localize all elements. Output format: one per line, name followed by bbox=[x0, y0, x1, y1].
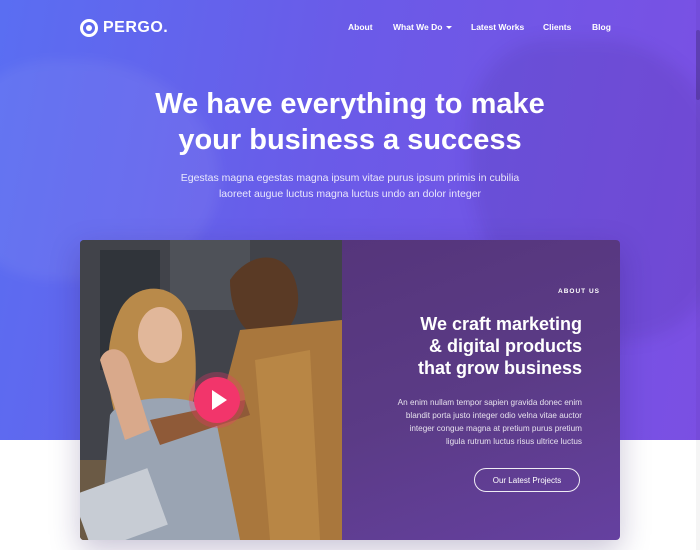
about-title-line: & digital products bbox=[429, 336, 582, 356]
about-body-line: blandit porta justo integer odio velna v… bbox=[405, 411, 582, 420]
nav-item-about[interactable]: About bbox=[348, 22, 373, 32]
team-photo bbox=[80, 240, 342, 540]
about-card: ABOUT US We craft marketing & digital pr… bbox=[80, 240, 620, 540]
nav-item-clients[interactable]: Clients bbox=[543, 22, 571, 32]
about-body: An enim nullam tempor sapien gravida don… bbox=[372, 396, 582, 448]
about-body-line: integer congue magna at pretium purus pr… bbox=[409, 424, 583, 433]
nav-item-label: What We Do bbox=[393, 22, 443, 32]
about-title: We craft marketing & digital products th… bbox=[352, 313, 582, 379]
about-title-line: We craft marketing bbox=[420, 314, 582, 334]
play-video-button[interactable] bbox=[194, 377, 240, 423]
hero-description: Egestas magna egestas magna ipsum vitae … bbox=[160, 170, 540, 202]
top-navigation: PERGO. About What We Do Latest Works Cli… bbox=[0, 0, 700, 58]
hero-headline-line: We have everything to make bbox=[155, 88, 545, 120]
logo-icon bbox=[80, 19, 98, 37]
nav-item-latest-works[interactable]: Latest Works bbox=[471, 22, 524, 32]
scrollbar-thumb[interactable] bbox=[696, 30, 700, 100]
nav-item-what-we-do[interactable]: What We Do bbox=[393, 22, 453, 32]
page-scrollbar[interactable] bbox=[696, 0, 700, 550]
about-body-line: An enim nullam tempor sapien gravida don… bbox=[397, 398, 582, 407]
about-title-line: that grow business bbox=[417, 358, 582, 378]
nav-item-blog[interactable]: Blog bbox=[592, 22, 611, 32]
hero-headline-line: your business a success bbox=[178, 124, 522, 156]
about-panel: ABOUT US We craft marketing & digital pr… bbox=[342, 240, 620, 540]
hero-description-line: Egestas magna egestas magna ipsum vitae … bbox=[180, 172, 520, 184]
section-label: ABOUT US bbox=[558, 288, 600, 295]
latest-projects-button[interactable]: Our Latest Projects bbox=[474, 468, 580, 492]
hero-description-line: laoreet augue luctus magna luctus undo a… bbox=[218, 188, 482, 200]
hero-headline: We have everything to make your business… bbox=[0, 86, 700, 158]
chevron-down-icon bbox=[446, 26, 453, 30]
brand-name: PERGO. bbox=[103, 19, 169, 36]
brand-logo[interactable]: PERGO. bbox=[80, 19, 168, 37]
about-body-line: ligula rutrum luctus risus ultrice luctu… bbox=[445, 437, 582, 446]
